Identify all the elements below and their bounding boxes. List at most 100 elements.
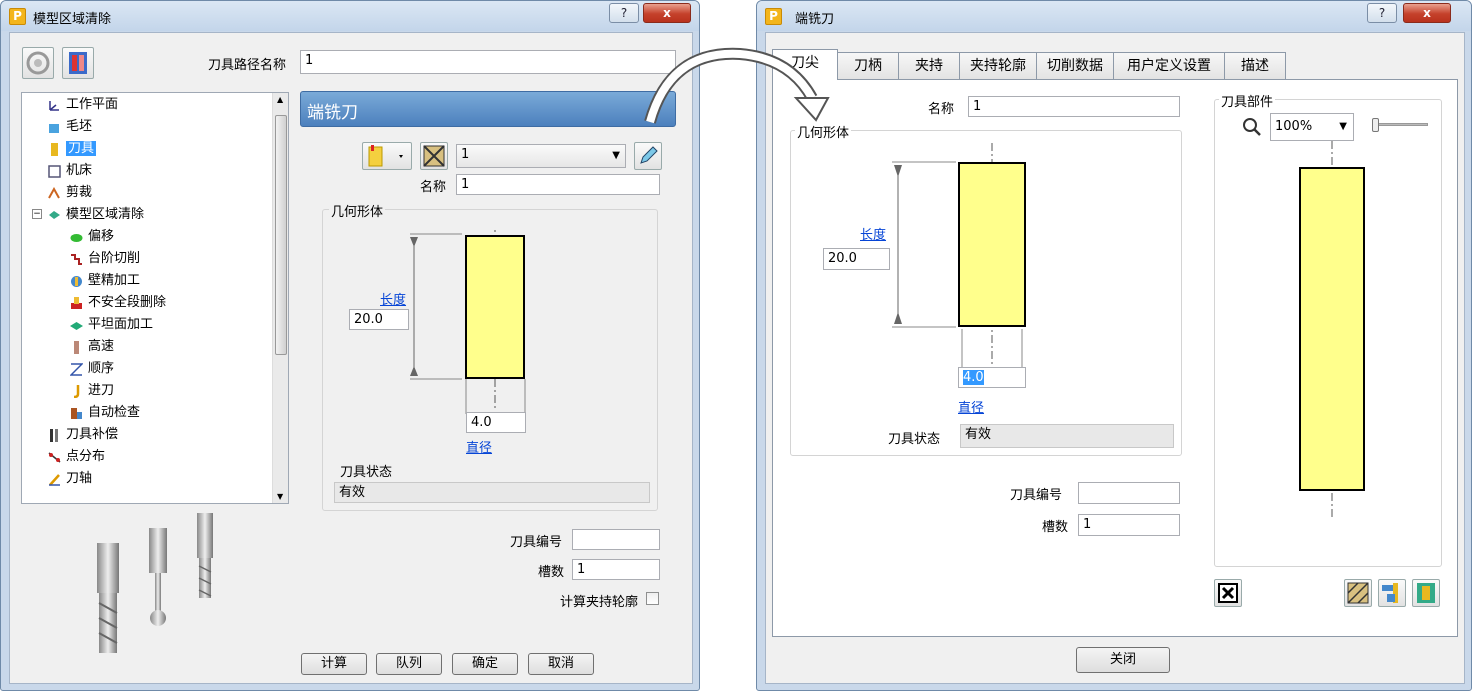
name-label: 名称 [420,180,447,195]
end-mill-dialog: P 端铣刀 ? x 刀尖 刀柄 夹持 夹持轮廓 切削数据 用户定义设置 描述 名… [756,0,1472,691]
tree-item-leads[interactable]: 进刀 [70,381,114,401]
length-link[interactable]: 长度 [380,289,406,308]
powermill-app-icon: P [9,8,26,25]
tree-scrollbar[interactable]: ▲ ▼ [272,93,288,503]
right-tool-number-label: 刀具编号 [1010,488,1063,503]
flutes-label: 槽数 [538,565,565,580]
tool-axis-icon [49,474,60,486]
auto-verify-icon [71,408,82,419]
end-mill-tools-illustration [97,513,213,653]
high-speed-icon [74,341,79,354]
zoom-select[interactable]: 100% ▼ [1270,113,1354,141]
tree-item-flat-machining[interactable]: 平坦面加工 [70,315,153,335]
workplane-icon [49,101,59,111]
name-input[interactable]: 1 [456,174,660,195]
tree-item-unsafe-segment-removal[interactable]: 不安全段删除 [70,293,166,313]
tree-item-machine[interactable]: 机床 [48,161,92,181]
tool-tip-shape [465,235,525,379]
right-tool-number-input[interactable] [1078,482,1180,504]
tree-item-workplane[interactable]: 工作平面 [48,95,118,115]
tree-item-wall-finishing[interactable]: 壁精加工 [70,271,140,291]
right-diameter-input[interactable]: 4.0 [958,367,1026,388]
diameter-input[interactable]: 4.0 [466,412,526,433]
close-window-button[interactable]: x [643,3,691,23]
right-flutes-label: 槽数 [1042,520,1069,535]
hatch-pattern-icon[interactable] [1344,579,1372,607]
unsafe-removal-icon [71,297,82,309]
right-flutes-input[interactable]: 1 [1078,514,1180,536]
right-length-input[interactable]: 20.0 [823,248,890,270]
tool-holder-icon[interactable] [420,142,448,170]
zoom-slider-thumb[interactable] [1372,118,1379,132]
compensation-icon [50,429,58,442]
right-title-bar: P 端铣刀 ? x [757,1,1471,31]
right-tool-state-label: 刀具状态 [888,432,941,447]
tab-shank[interactable]: 刀柄 [837,52,899,79]
tree-item-offset[interactable]: 偏移 [70,227,114,247]
toolpath-parameters-icon[interactable] [62,47,94,79]
tool-assembly-icon[interactable] [1412,579,1440,607]
flutes-input[interactable]: 1 [572,559,660,580]
right-name-input[interactable]: 1 [968,96,1180,117]
toolpath-name-input[interactable]: 1 [300,50,676,74]
tool-icon [51,143,58,156]
scroll-thumb[interactable] [275,115,287,355]
edit-tool-pencil-icon[interactable] [634,142,662,170]
tool-state-value: 有效 [334,482,650,503]
right-close-window-button[interactable]: x [1403,3,1451,23]
title-bar: P 模型区域清除 ? x [1,1,699,31]
tree-item-limit[interactable]: 剪裁 [48,183,92,203]
cancel-button[interactable]: 取消 [528,653,594,675]
tree-item-auto-verify[interactable]: 自动检查 [70,403,140,423]
tree-item-tool[interactable]: 刀具 [48,139,97,159]
zoom-slider[interactable] [1372,118,1428,132]
scroll-down-arrow[interactable]: ▼ [277,492,283,501]
tree-item-block[interactable]: 毛坯 [48,117,92,137]
leads-icon [73,385,80,398]
tool-preview-icon[interactable] [22,47,54,79]
right-tool-state-value: 有效 [960,424,1174,448]
scroll-up-arrow[interactable]: ▲ [277,95,283,104]
tree-item-tool-compensation[interactable]: 刀具补偿 [48,425,118,445]
tree-item-high-speed[interactable]: 高速 [70,337,114,357]
toolpath-name-label: 刀具路径名称 [208,58,287,73]
tab-user-defined[interactable]: 用户定义设置 [1113,52,1225,79]
right-length-link[interactable]: 长度 [860,224,886,243]
machine-icon [48,165,61,178]
compute-holder-checkbox[interactable] [646,592,659,605]
tree-item-step-cutting[interactable]: 台阶切削 [70,249,140,269]
tree-item-model-area-clearance[interactable]: − 模型区域清除 [32,205,144,225]
wall-finish-icon [71,276,82,287]
step-icon [71,254,82,265]
right-tool-tip-shape [958,162,1026,327]
queue-button[interactable]: 队列 [376,653,442,675]
calculate-button[interactable]: 计算 [301,653,367,675]
ok-button[interactable]: 确定 [452,653,518,675]
collapse-icon[interactable]: − [32,209,42,219]
tool-state-label: 刀具状态 [340,465,393,480]
tab-cutting-data[interactable]: 切削数据 [1036,52,1114,79]
window-title: 模型区域清除 [33,12,112,27]
diameter-link[interactable]: 直径 [466,437,492,456]
tab-holder[interactable]: 夹持 [898,52,960,79]
zoom-magnifier-icon [1243,118,1261,136]
tool-parts-preview [1299,167,1365,491]
tool-select[interactable]: 1 ▼ [456,144,626,168]
tree-item-point-distribution[interactable]: 点分布 [48,447,105,467]
tab-description[interactable]: 描述 [1224,52,1286,79]
reset-view-icon[interactable] [1214,579,1242,607]
close-button[interactable]: 关闭 [1076,647,1170,673]
tree-item-tool-axis[interactable]: 刀轴 [48,469,92,489]
help-button[interactable]: ? [609,3,639,23]
limit-icon [48,187,60,199]
tool-type-dropdown[interactable] [362,142,412,170]
tool-holder-view-icon[interactable] [1378,579,1406,607]
length-input[interactable]: 20.0 [349,309,409,330]
right-help-button[interactable]: ? [1367,3,1397,23]
right-diameter-link[interactable]: 直径 [958,397,984,416]
tab-holder-profile[interactable]: 夹持轮廓 [959,52,1037,79]
tool-number-input[interactable] [572,529,660,550]
powermill-app-icon: P [765,8,782,25]
tool-panel-header: 端铣刀 [300,91,676,127]
tree-item-ordering[interactable]: 顺序 [70,359,114,379]
